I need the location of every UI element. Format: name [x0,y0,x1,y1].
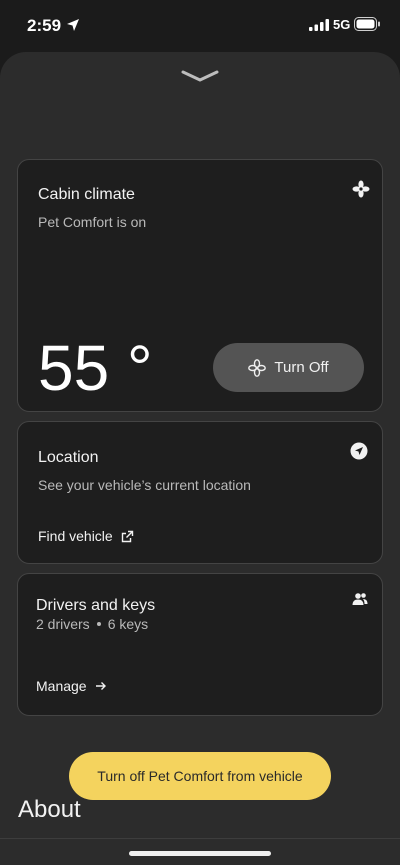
turn-off-pet-comfort-banner[interactable]: Turn off Pet Comfort from vehicle [69,752,331,800]
fan-icon [248,358,267,377]
arrow-right-icon [95,682,106,690]
status-bar: 2:59 5G [0,0,400,52]
navigation-arrow-icon [350,442,368,460]
keys-count: 6 keys [107,616,149,632]
separator-dot [96,622,101,626]
people-icon [352,593,368,605]
battery-icon [354,17,380,31]
card-title: Cabin climate [38,186,135,203]
network-type: 5G [333,17,351,32]
external-link-icon [121,530,133,542]
manage-link[interactable]: Manage [36,678,107,694]
drivers-count: 2 drivers [36,616,90,632]
manage-label: Manage [36,678,87,694]
turn-off-label: Turn Off [274,359,329,376]
find-vehicle-link[interactable]: Find vehicle [38,528,134,544]
drivers-keys-summary: 2 drivers 6 keys [36,616,148,632]
card-subtitle: See your vehicle’s current location [38,477,251,493]
card-title: Drivers and keys [36,597,156,614]
fan-icon [352,180,370,198]
location-arrow-icon [67,19,79,31]
drivers-and-keys-card[interactable]: Drivers and keys 2 drivers 6 keys Manage [17,573,383,716]
cabin-climate-card[interactable]: Cabin climate Pet Comfort is on 55 ° Tur… [17,159,383,412]
status-time: 2:59 [27,16,62,35]
cabin-temperature: 55 ° [38,332,153,404]
divider [0,838,400,839]
location-card[interactable]: Location See your vehicle’s current loca… [17,421,383,564]
turn-off-climate-button[interactable]: Turn Off [213,343,364,392]
collapse-chevron-icon[interactable] [180,68,220,84]
home-indicator[interactable] [129,851,271,856]
card-title: Location [38,449,99,466]
find-vehicle-label: Find vehicle [38,528,113,544]
card-subtitle: Pet Comfort is on [38,214,147,230]
cellular-signal-icon [309,19,329,31]
about-heading: About [18,796,81,823]
